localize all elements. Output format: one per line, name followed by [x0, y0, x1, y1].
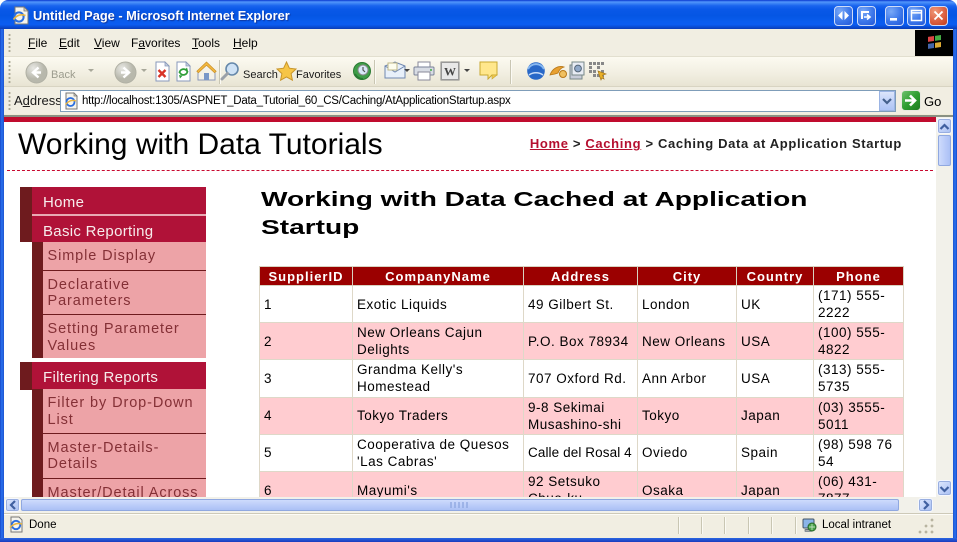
svg-text:W: W [444, 65, 456, 79]
